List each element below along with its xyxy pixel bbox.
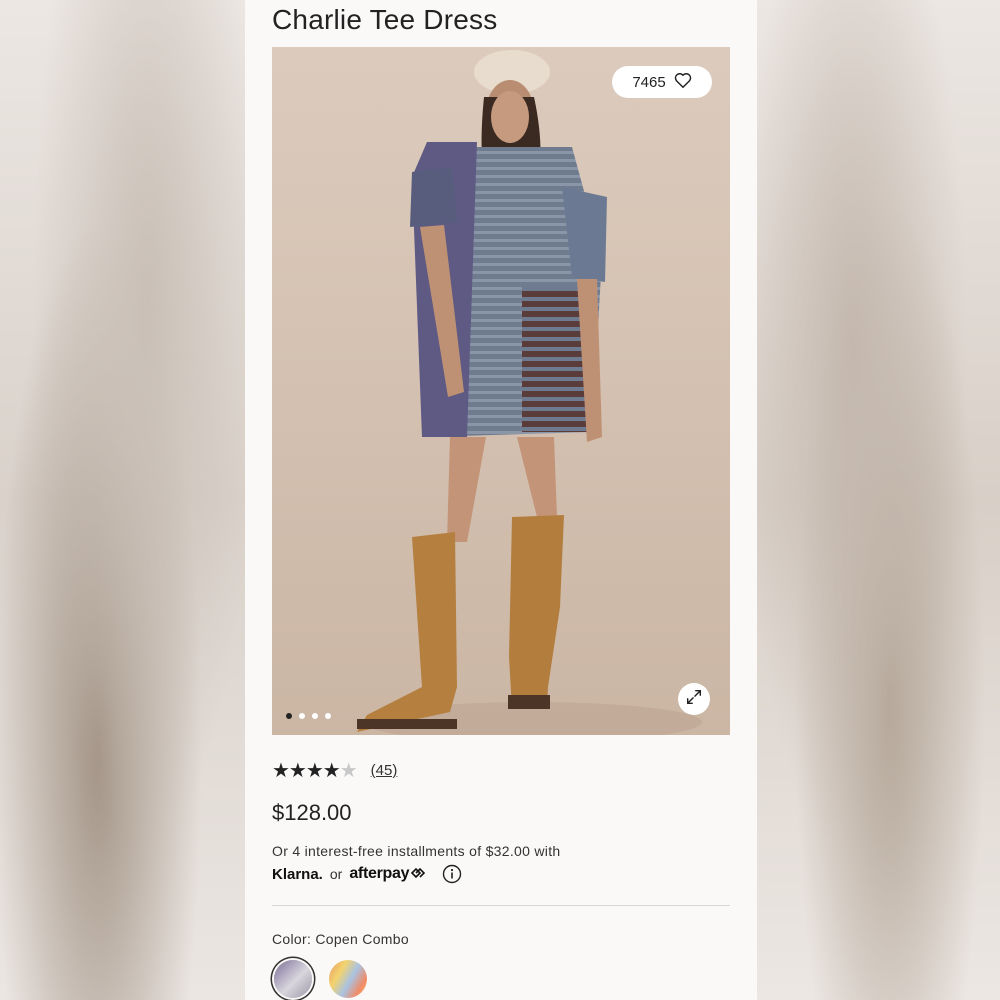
review-count-link[interactable]: (45): [371, 762, 398, 779]
product-title: Charlie Tee Dress: [272, 4, 498, 35]
info-icon[interactable]: [442, 864, 462, 884]
gallery-dot[interactable]: [325, 713, 331, 719]
klarna-logo[interactable]: Klarna.: [272, 866, 323, 883]
installments-text: Or 4 interest-free installments of $32.0…: [272, 843, 561, 859]
gallery-dot[interactable]: [299, 713, 305, 719]
gallery-dot[interactable]: [286, 713, 292, 719]
rating-row: ★★★★★ (45): [272, 758, 397, 783]
likes-button[interactable]: 7465: [612, 66, 712, 98]
payment-options: Klarna. or afterpay: [272, 864, 462, 884]
color-label: Color: Copen Combo: [272, 931, 409, 947]
rating-stars: ★★★★★: [272, 760, 358, 782]
afterpay-label: afterpay: [349, 865, 410, 882]
divider: [272, 905, 730, 906]
likes-count: 7465: [632, 73, 666, 91]
product-image-gallery[interactable]: 7465: [272, 47, 730, 735]
product-price: $128.00: [272, 800, 352, 825]
color-swatch-alternate[interactable]: [329, 960, 367, 998]
color-swatch-copen-combo[interactable]: [274, 960, 312, 998]
product-photo: [272, 47, 730, 735]
afterpay-logo[interactable]: afterpay: [349, 865, 426, 883]
background-blur-right: [755, 0, 1000, 1000]
heart-icon: [674, 72, 692, 92]
gallery-dot[interactable]: [312, 713, 318, 719]
expand-icon: [685, 688, 703, 711]
background-blur-left: [0, 0, 245, 1000]
or-text: or: [329, 866, 343, 882]
product-card: Charlie Tee Dress 7465 ★★★★★ (45) $128.0…: [245, 0, 757, 1000]
gallery-pagination: [286, 713, 331, 719]
expand-button[interactable]: [678, 683, 710, 715]
afterpay-arrows-icon: [411, 867, 426, 879]
